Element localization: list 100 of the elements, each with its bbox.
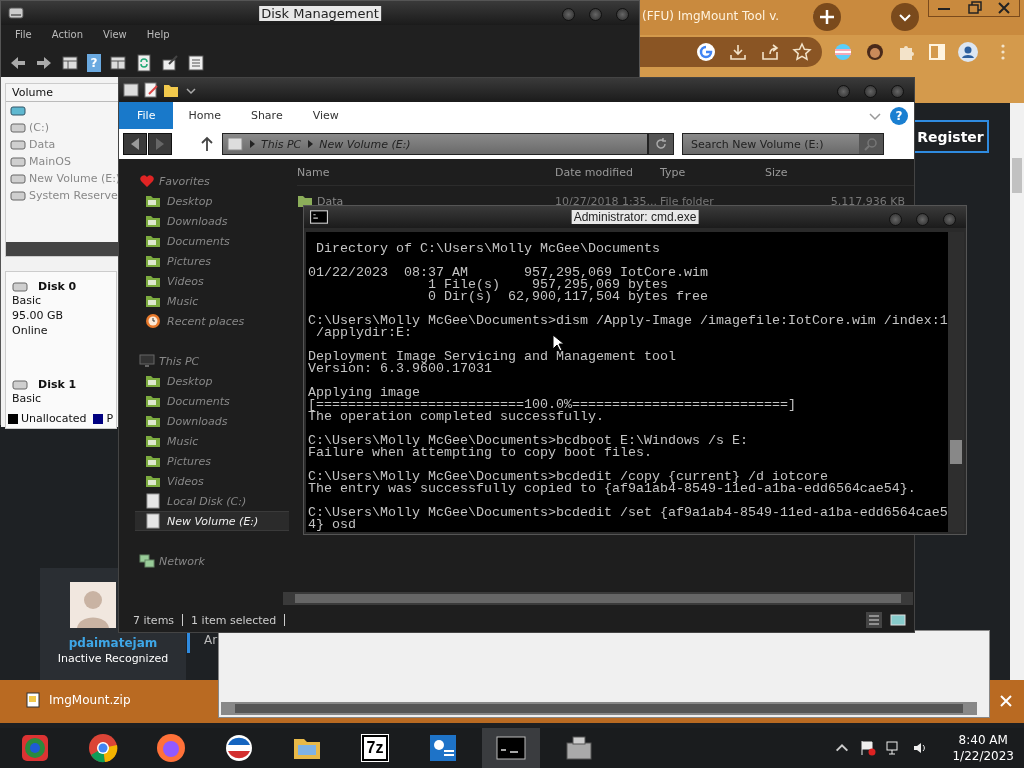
nav-item[interactable]: Network bbox=[159, 554, 205, 568]
console-line: Deployment Image Servicing and Management tool bbox=[308, 351, 676, 363]
list-item[interactable]: System Reserve bbox=[29, 189, 118, 202]
google-icon[interactable] bbox=[696, 42, 716, 62]
nav-item[interactable]: Music bbox=[135, 291, 289, 311]
refresh-icon[interactable] bbox=[135, 54, 153, 72]
nav-item[interactable]: Pictures bbox=[135, 451, 289, 471]
table-icon[interactable] bbox=[61, 54, 79, 72]
help-icon[interactable]: ? bbox=[890, 106, 908, 125]
window-control[interactable] bbox=[837, 85, 850, 98]
monitor-icon bbox=[139, 353, 155, 369]
chevron-right-icon[interactable] bbox=[249, 140, 255, 148]
menu-item[interactable]: Action bbox=[51, 29, 84, 45]
address-field[interactable]: This PC New Volume (E:) bbox=[222, 133, 648, 155]
register-button[interactable]: Register bbox=[912, 120, 989, 153]
plus-icon[interactable] bbox=[813, 3, 841, 31]
properties-icon[interactable] bbox=[143, 82, 159, 98]
window-control[interactable] bbox=[589, 8, 602, 21]
up-arrow-icon[interactable] bbox=[200, 136, 214, 152]
column-header[interactable]: Size bbox=[765, 165, 905, 179]
window-control[interactable] bbox=[864, 85, 877, 98]
column-header[interactable]: Date modified bbox=[555, 165, 660, 179]
browser-tab[interactable]: (FFU) ImgMount Tool v. bbox=[642, 9, 780, 23]
nav-item[interactable]: Desktop bbox=[135, 191, 289, 211]
folder-icon bbox=[145, 273, 161, 289]
folder-icon bbox=[145, 233, 161, 249]
nav-item[interactable]: Recent places bbox=[135, 311, 289, 331]
download-icon[interactable] bbox=[728, 42, 748, 62]
terminal-icon bbox=[496, 736, 526, 760]
menu-item[interactable]: View bbox=[103, 29, 127, 45]
folder-icon[interactable] bbox=[163, 82, 179, 98]
list-item[interactable]: Data bbox=[29, 138, 56, 151]
refresh-button[interactable] bbox=[648, 133, 674, 155]
nav-item[interactable]: Pictures bbox=[135, 251, 289, 271]
star-icon[interactable] bbox=[792, 42, 812, 62]
nav-item[interactable]: Music bbox=[135, 431, 289, 451]
nav-item[interactable]: Videos bbox=[135, 471, 289, 491]
window-control[interactable] bbox=[889, 213, 902, 226]
window-control[interactable] bbox=[562, 8, 575, 21]
search-field[interactable]: Search New Volume (E:) bbox=[682, 133, 884, 155]
nav-item[interactable]: Local Disk (C:) bbox=[135, 491, 289, 511]
drive-icon bbox=[12, 281, 28, 292]
profile-icon[interactable] bbox=[958, 42, 978, 62]
list-item[interactable]: (C:) bbox=[29, 121, 49, 134]
nav-item[interactable]: New Volume (E:) bbox=[135, 511, 289, 531]
heart-icon bbox=[139, 173, 155, 189]
window-control[interactable] bbox=[916, 213, 929, 226]
details-view-icon[interactable] bbox=[866, 612, 882, 628]
ribbon-tab[interactable]: File bbox=[119, 102, 174, 129]
address-bar[interactable] bbox=[640, 37, 822, 67]
window-control[interactable] bbox=[616, 8, 629, 21]
disk-info: Basic bbox=[12, 391, 43, 406]
chevron-right-icon[interactable] bbox=[307, 140, 314, 148]
breadcrumb-item[interactable]: This PC bbox=[261, 137, 302, 151]
nav-item[interactable]: This PC bbox=[159, 354, 200, 368]
back-icon[interactable] bbox=[9, 54, 27, 72]
nav-item[interactable]: Favorites bbox=[159, 174, 210, 188]
folder-icon bbox=[145, 453, 161, 469]
nav-item[interactable]: Documents bbox=[135, 391, 289, 411]
nav-item[interactable]: Videos bbox=[135, 271, 289, 291]
column-header[interactable]: Name bbox=[297, 165, 555, 179]
scrollbar[interactable] bbox=[283, 592, 913, 605]
scrollbar[interactable] bbox=[221, 702, 977, 715]
nav-item[interactable]: Downloads bbox=[135, 411, 289, 431]
checklist-icon[interactable] bbox=[187, 54, 205, 72]
console-line: C:\Users\Molly McGee\Documents>bcdboot E:\Windows /s E: bbox=[308, 435, 748, 447]
username-link[interactable]: pdaimatejam bbox=[68, 636, 158, 650]
avatar-icon[interactable] bbox=[865, 42, 885, 62]
scrollbar[interactable] bbox=[948, 232, 964, 532]
menu-item[interactable]: File bbox=[15, 29, 32, 45]
terminal-icon bbox=[310, 209, 328, 225]
disk-name: Disk 0 bbox=[38, 280, 77, 293]
chevron-down-icon[interactable] bbox=[891, 3, 919, 31]
column-header[interactable]: Type bbox=[660, 165, 765, 179]
breadcrumb-item[interactable]: New Volume (E:) bbox=[319, 137, 411, 151]
scrollbar[interactable] bbox=[1010, 103, 1024, 680]
file-name[interactable]: Data bbox=[317, 194, 344, 208]
console-line: The entry was successfully copied to {af9a1ab4-8549-11ed-a1ba-edd6564cae54}. bbox=[308, 483, 916, 495]
share-icon[interactable] bbox=[760, 42, 780, 62]
user-status: Inactive Recognized bbox=[57, 652, 169, 665]
nav-item[interactable]: Desktop bbox=[135, 371, 289, 391]
flag-icon[interactable] bbox=[860, 740, 877, 756]
forward-icon[interactable] bbox=[35, 54, 53, 72]
thumbnail-view-icon[interactable] bbox=[890, 612, 906, 628]
properties-icon[interactable] bbox=[161, 54, 179, 72]
window-control[interactable] bbox=[891, 85, 904, 98]
list-item[interactable]: MainOS bbox=[29, 155, 71, 168]
download-item[interactable]: ImgMount.zip bbox=[49, 693, 131, 707]
scrollbar[interactable] bbox=[6, 242, 118, 256]
table-icon[interactable] bbox=[109, 54, 127, 72]
nav-item[interactable]: Documents bbox=[135, 231, 289, 251]
nav-item[interactable]: Downloads bbox=[135, 211, 289, 231]
window-icon[interactable] bbox=[123, 82, 139, 98]
close-icon[interactable] bbox=[1000, 695, 1012, 707]
clock[interactable]: 8:40 AM 1/22/2023 bbox=[952, 732, 1014, 764]
taskbar-button[interactable]: 7z bbox=[346, 728, 404, 768]
back-forward-buttons[interactable] bbox=[123, 133, 172, 155]
help-icon[interactable]: ? bbox=[87, 54, 101, 72]
menu-item[interactable]: Help bbox=[146, 29, 170, 45]
window-control[interactable] bbox=[943, 213, 956, 226]
